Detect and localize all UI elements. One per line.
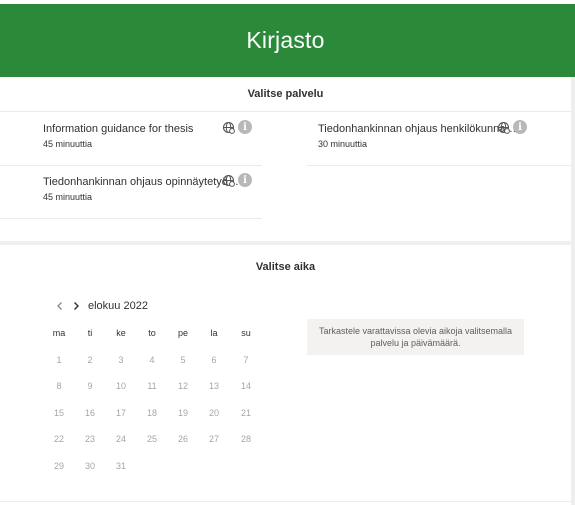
service-duration: 45 minuuttia (43, 192, 93, 202)
calendar-day: 16 (84, 408, 95, 418)
calendar-day: 8 (56, 381, 62, 391)
calendar-day: 26 (177, 434, 188, 444)
calendar-day: 31 (115, 461, 126, 471)
calendar-day: 11 (147, 381, 157, 391)
weekday-label: to (148, 328, 156, 338)
calendar-day: 29 (53, 461, 64, 471)
calendar-day: 14 (240, 381, 251, 391)
weekday-label: su (241, 328, 251, 338)
calendar-day: 4 (149, 355, 155, 365)
calendar-day: 13 (208, 381, 219, 391)
calendar-day: 20 (208, 408, 219, 418)
chevron-left-icon[interactable] (52, 298, 68, 314)
calendar-day: 22 (53, 434, 64, 444)
services-heading: Valitse palvelu (247, 88, 324, 100)
service-divider (0, 218, 262, 219)
scrollbar-track[interactable] (571, 77, 575, 505)
globe-icon (221, 173, 235, 187)
weekday-label: ma (52, 328, 66, 338)
calendar-day: 7 (243, 355, 249, 365)
calendar-day: 2 (87, 355, 93, 365)
service-divider (307, 165, 571, 166)
service-title: Information guidance for thesis (43, 123, 194, 135)
service-duration: 30 minuuttia (318, 139, 368, 149)
hint-line: Tarkastele varattavissa olevia aikoja va… (318, 326, 513, 336)
globe-icon (221, 120, 235, 134)
app-header: Kirjasto (0, 4, 575, 77)
hint-line: palvelu ja päivämäärä. (370, 338, 461, 348)
section-separator (0, 241, 571, 245)
weekday-label: ti (87, 328, 93, 338)
info-icon[interactable]: i (238, 120, 252, 134)
info-icon[interactable]: i (238, 173, 252, 187)
calendar-day: 25 (146, 434, 157, 444)
calendar-day: 5 (180, 355, 186, 365)
calendar-day: 6 (211, 355, 217, 365)
calendar-day: 19 (177, 408, 188, 418)
calendar-day: 30 (84, 461, 95, 471)
calendar-day: 17 (115, 408, 126, 418)
weekday-label: pe (177, 328, 188, 338)
calendar-day: 3 (118, 355, 124, 365)
globe-icon (496, 120, 510, 134)
service-divider (0, 165, 262, 166)
service-title: Tiedonhankinnan ohjaus henkilökunna… (318, 123, 517, 135)
weekday-label: la (210, 328, 218, 338)
time-heading: Valitse aika (255, 261, 316, 273)
calendar-day: 9 (87, 381, 93, 391)
calendar-day: 12 (177, 381, 188, 391)
calendar-day: 1 (56, 355, 62, 365)
weekday-label: ke (116, 328, 126, 338)
info-icon[interactable]: i (513, 120, 527, 134)
services-heading-divider (0, 111, 571, 112)
month-label: elokuu 2022 (88, 300, 148, 312)
calendar-day: 28 (240, 434, 251, 444)
calendar-day: 27 (208, 434, 219, 444)
calendar-day: 23 (84, 434, 95, 444)
month-navigation: elokuu 2022 (52, 298, 148, 314)
service-duration: 45 minuuttia (43, 139, 93, 149)
service-title: Tiedonhankinnan ohjaus opinnäytetyö… (43, 176, 239, 188)
calendar-day: 24 (115, 434, 126, 444)
page-title: Kirjasto (246, 27, 325, 53)
availability-hint: Tarkastele varattavissa olevia aikoja va… (307, 319, 524, 355)
chevron-right-icon[interactable] (68, 298, 84, 314)
calendar-day: 18 (146, 408, 157, 418)
bottom-divider (0, 501, 571, 502)
calendar-day: 15 (53, 408, 64, 418)
calendar-day: 21 (240, 408, 251, 418)
calendar-day: 10 (115, 381, 126, 391)
